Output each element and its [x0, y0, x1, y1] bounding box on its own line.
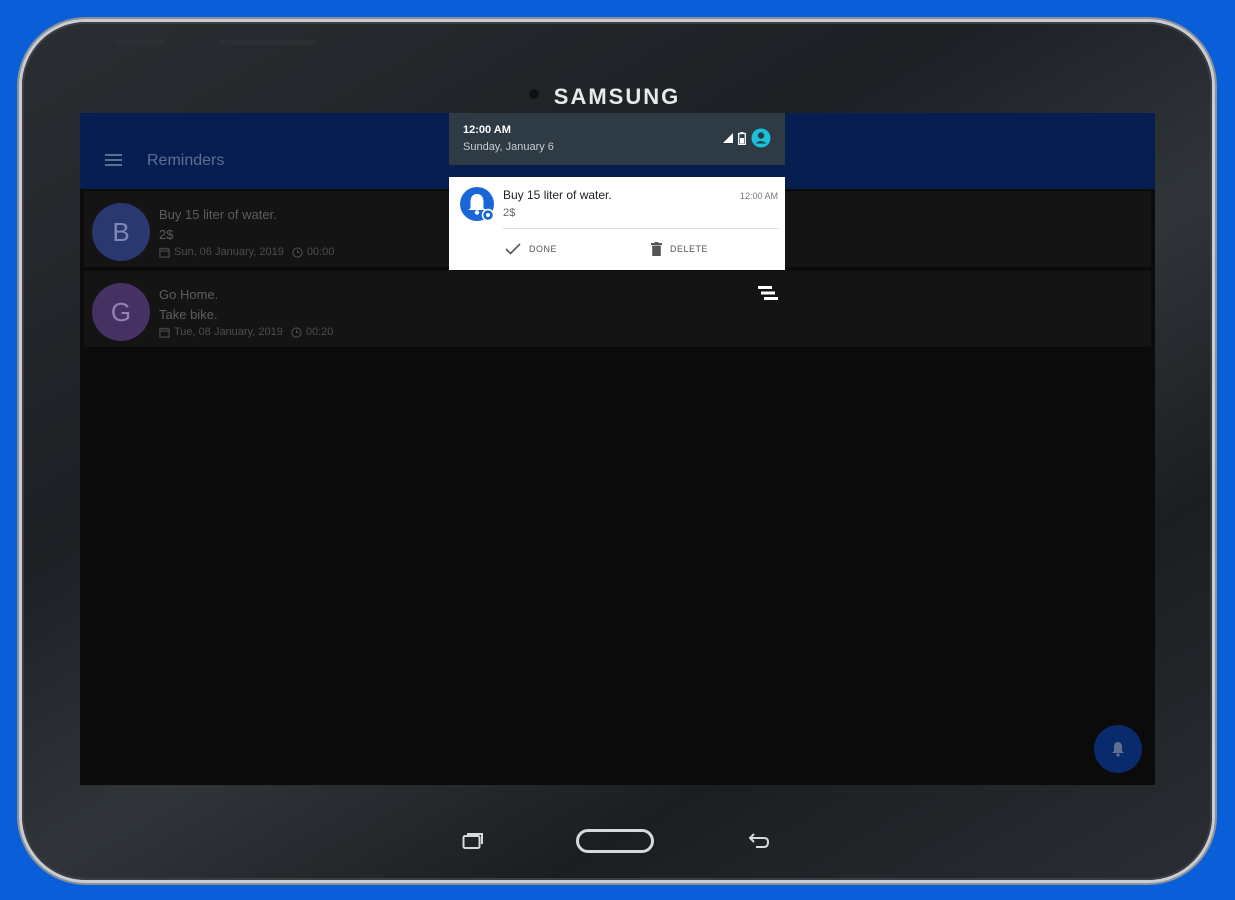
app-title: Reminders [147, 152, 225, 169]
home-button[interactable] [576, 829, 654, 853]
bell-icon [460, 187, 494, 221]
reminder-item[interactable]: G Go Home. Take bike. Tue, 08 January, 2… [84, 271, 1151, 347]
avatar: G [92, 283, 150, 341]
delete-action-button[interactable]: DELETE [651, 238, 708, 260]
avatar: B [92, 203, 150, 261]
calendar-icon [159, 326, 170, 338]
notification-shade-header[interactable]: 12:00 AM Sunday, January 6 [449, 113, 785, 165]
reminder-datetime: Sun, 06 January, 2019 00:00 [159, 246, 334, 258]
back-icon[interactable] [748, 832, 770, 850]
user-account-icon[interactable] [751, 128, 771, 148]
notification-text: 2$ [503, 207, 516, 219]
brand-logo: SAMSUNG [553, 84, 681, 109]
calendar-icon [159, 246, 170, 258]
divider [503, 228, 780, 229]
done-action-button[interactable]: DONE [505, 238, 557, 260]
notification-time: 12:00 AM [739, 191, 778, 201]
reminder-time: 00:00 [306, 246, 335, 258]
check-icon [505, 243, 521, 255]
signal-icon [723, 133, 733, 143]
battery-icon [738, 131, 746, 145]
drag-handle-icon[interactable] [758, 285, 778, 301]
volume-button [114, 40, 164, 45]
status-icons [723, 128, 771, 148]
trash-icon [651, 242, 662, 256]
status-time: 12:00 AM [463, 124, 511, 136]
menu-icon[interactable] [105, 154, 122, 166]
reminder-time: 00:20 [305, 326, 334, 338]
done-label: DONE [529, 244, 558, 254]
reminder-note: Take bike. [159, 307, 218, 322]
notification-title: Buy 15 liter of water. [503, 188, 612, 202]
clock-icon [292, 246, 303, 258]
reminder-date: Sun, 06 January, 2019 [174, 246, 284, 258]
add-reminder-fab[interactable] [1094, 725, 1142, 773]
reminder-date: Tue, 08 January, 2019 [174, 326, 283, 338]
clock-icon [291, 326, 302, 338]
notification-card[interactable]: Buy 15 liter of water. 2$ 12:00 AM DONE … [449, 177, 785, 270]
delete-label: DELETE [670, 244, 709, 254]
recent-apps-icon[interactable] [462, 832, 484, 850]
screen: Reminders B Buy 15 liter of water. 2$ Su… [80, 113, 1155, 785]
bell-icon [1112, 742, 1124, 757]
reminder-datetime: Tue, 08 January, 2019 00:20 [159, 326, 333, 338]
reminder-title: Go Home. [159, 287, 219, 302]
status-date: Sunday, January 6 [463, 141, 554, 153]
reminder-note: 2$ [159, 227, 174, 242]
reminder-title: Buy 15 liter of water. [159, 207, 277, 222]
power-button [220, 40, 316, 45]
